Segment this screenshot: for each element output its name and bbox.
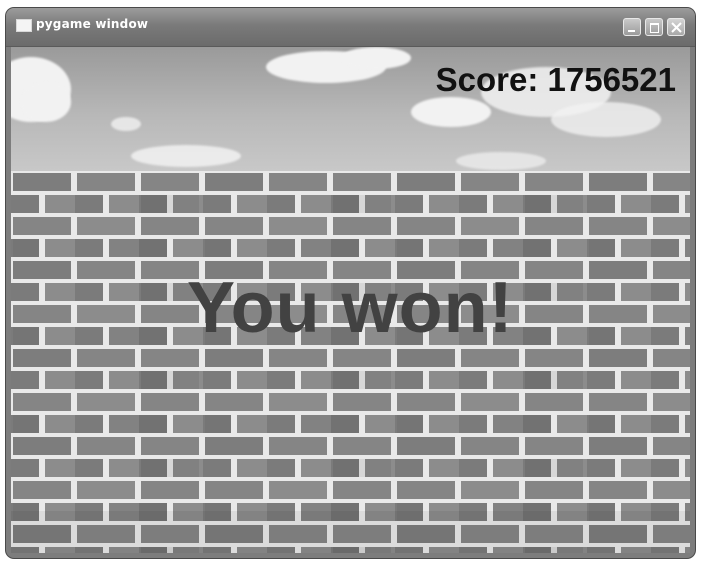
brick-wall: [11, 171, 690, 553]
pygame-window: pygame window Score: 1756521 You won!: [6, 8, 695, 558]
maximize-button[interactable]: [645, 18, 663, 36]
app-icon: [16, 19, 32, 32]
cloud: [551, 102, 661, 137]
cloud: [111, 117, 141, 131]
cloud: [341, 47, 411, 69]
cloud: [456, 152, 546, 170]
score-display: Score: 1756521: [435, 61, 676, 98]
cloud: [21, 82, 71, 122]
game-canvas[interactable]: Score: 1756521 You won!: [11, 47, 690, 553]
close-button[interactable]: [667, 18, 685, 36]
window-title: pygame window: [36, 17, 149, 31]
minimize-button[interactable]: [623, 18, 641, 36]
win-message: You won!: [187, 268, 514, 348]
cloud: [411, 97, 491, 127]
cloud: [131, 145, 241, 167]
close-icon: [671, 22, 682, 33]
title-bar[interactable]: pygame window: [6, 8, 695, 47]
